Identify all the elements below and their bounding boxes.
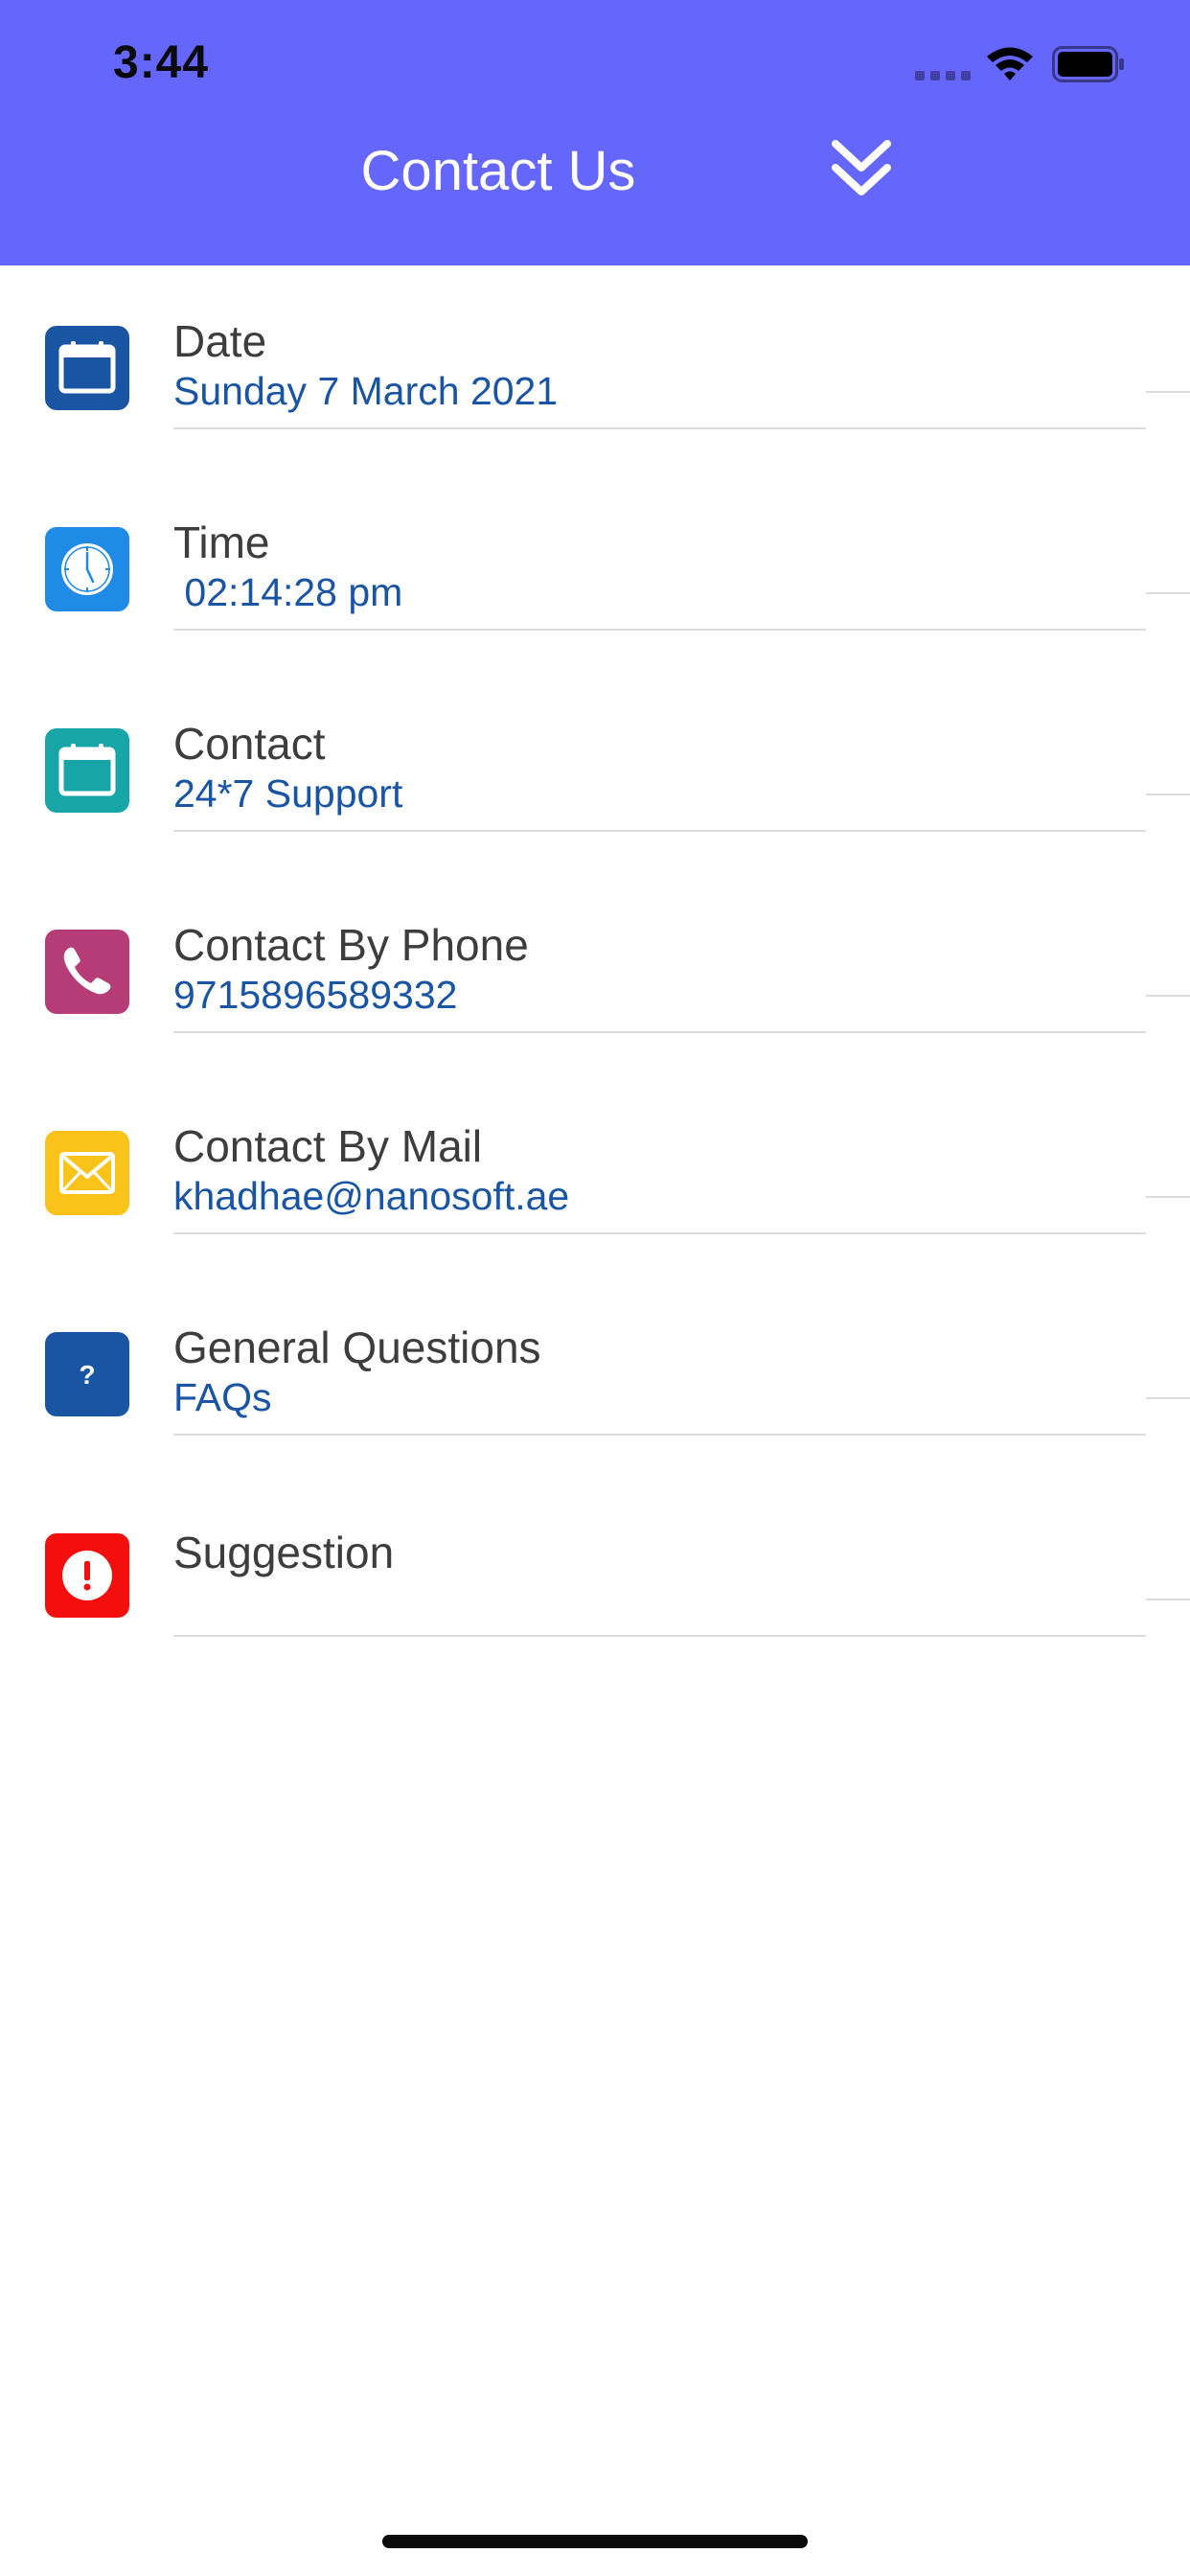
list-item-contact-by-phone[interactable]: Contact By Phone 9715896589332 — [0, 869, 1190, 1070]
row-divider — [173, 1031, 1146, 1033]
row-divider — [173, 629, 1146, 631]
row-divider — [1146, 391, 1190, 393]
question-icon: ? — [45, 1332, 129, 1416]
row-title: Contact By Mail — [173, 1121, 483, 1171]
row-divider — [1146, 995, 1190, 997]
list-item-contact[interactable]: Contact 24*7 Support — [0, 668, 1190, 869]
list-item-suggestion[interactable]: Suggestion — [0, 1473, 1190, 1674]
row-title: Contact — [173, 719, 326, 769]
row-divider — [173, 1635, 1146, 1637]
row-divider — [173, 1232, 1146, 1234]
row-divider — [173, 830, 1146, 832]
svg-text:?: ? — [79, 1360, 95, 1390]
row-subtitle: 9715896589332 — [173, 973, 458, 1017]
row-title: General Questions — [173, 1322, 541, 1372]
phone-icon — [45, 930, 129, 1014]
row-subtitle: khadhae@nanosoft.ae — [173, 1174, 570, 1218]
row-title: Contact By Phone — [173, 920, 529, 970]
row-subtitle: 24*7 Support — [173, 771, 403, 816]
double-chevron-down-icon[interactable] — [828, 136, 895, 199]
home-indicator[interactable] — [382, 2535, 808, 2548]
row-divider — [1146, 1196, 1190, 1198]
list-item-general-questions[interactable]: ? General Questions FAQs — [0, 1272, 1190, 1473]
list-item-time[interactable]: Time 02:14:28 pm — [0, 467, 1190, 668]
header-bar: 3:44 Contact Us — [0, 0, 1190, 265]
battery-icon — [1052, 46, 1125, 82]
row-divider — [1146, 794, 1190, 795]
row-subtitle: Sunday 7 March 2021 — [173, 369, 559, 413]
status-time: 3:44 — [113, 37, 210, 88]
alert-icon — [45, 1533, 129, 1618]
row-subtitle: 02:14:28 pm — [173, 570, 403, 614]
list-item-contact-by-mail[interactable]: Contact By Mail khadhae@nanosoft.ae — [0, 1070, 1190, 1272]
row-divider — [1146, 592, 1190, 594]
clock-icon — [45, 527, 129, 611]
row-divider — [1146, 1397, 1190, 1399]
row-title: Time — [173, 518, 270, 567]
wifi-icon — [985, 44, 1035, 82]
cellular-signal-icon — [915, 71, 973, 80]
row-divider — [173, 1434, 1146, 1436]
list-item-date[interactable]: Date Sunday 7 March 2021 — [0, 265, 1190, 467]
calendar-icon — [45, 728, 129, 813]
row-divider — [1146, 1598, 1190, 1600]
row-title: Suggestion — [173, 1528, 395, 1577]
row-subtitle: FAQs — [173, 1375, 272, 1419]
mail-icon — [45, 1131, 129, 1215]
row-divider — [173, 427, 1146, 429]
row-title: Date — [173, 316, 267, 366]
calendar-icon — [45, 326, 129, 410]
